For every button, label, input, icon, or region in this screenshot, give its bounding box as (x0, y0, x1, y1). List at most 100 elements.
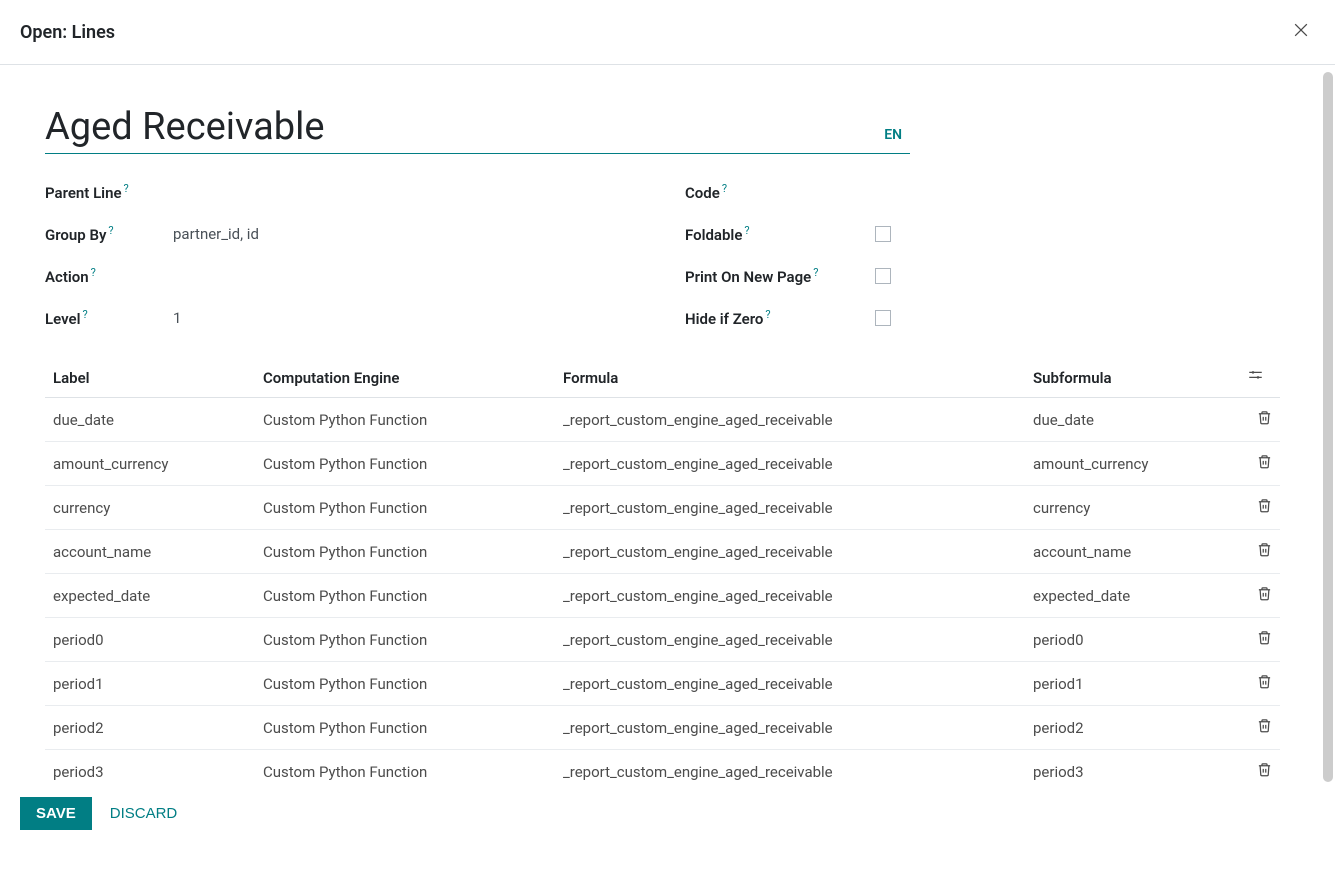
cell-formula[interactable]: _report_custom_engine_aged_receivable (555, 618, 1025, 662)
cell-label[interactable]: amount_currency (45, 442, 255, 486)
value-group-by[interactable]: partner_id, id (173, 225, 259, 243)
trash-icon[interactable] (1257, 763, 1272, 781)
cell-subformula[interactable]: amount_currency (1025, 442, 1240, 486)
trash-icon[interactable] (1257, 499, 1272, 517)
cell-engine[interactable]: Custom Python Function (255, 574, 555, 618)
cell-engine[interactable]: Custom Python Function (255, 618, 555, 662)
table-row[interactable]: period0Custom Python Function_report_cus… (45, 618, 1280, 662)
cell-delete (1240, 530, 1280, 574)
help-icon[interactable]: ? (82, 308, 87, 321)
trash-icon[interactable] (1257, 411, 1272, 429)
field-foldable: Foldable? (685, 224, 1125, 244)
th-formula[interactable]: Formula (555, 358, 1025, 398)
cell-formula[interactable]: _report_custom_engine_aged_receivable (555, 706, 1025, 750)
cell-label[interactable]: account_name (45, 530, 255, 574)
help-icon[interactable]: ? (124, 182, 129, 195)
cell-delete (1240, 486, 1280, 530)
cell-engine[interactable]: Custom Python Function (255, 530, 555, 574)
trash-icon[interactable] (1257, 455, 1272, 473)
cell-subformula[interactable]: due_date (1025, 398, 1240, 442)
trash-icon[interactable] (1257, 587, 1272, 605)
help-icon[interactable]: ? (108, 224, 113, 237)
cell-delete (1240, 618, 1280, 662)
cell-formula[interactable]: _report_custom_engine_aged_receivable (555, 574, 1025, 618)
table-row[interactable]: currencyCustom Python Function_report_cu… (45, 486, 1280, 530)
label-print-new-page: Print On New Page? (685, 266, 875, 286)
help-icon[interactable]: ? (744, 224, 749, 237)
cell-engine[interactable]: Custom Python Function (255, 706, 555, 750)
help-icon[interactable]: ? (722, 182, 727, 195)
label-hide-if-zero: Hide if Zero? (685, 308, 875, 328)
cell-delete (1240, 662, 1280, 706)
field-group-by: Group By? partner_id, id (45, 224, 645, 244)
form-grid: Parent Line? Group By? partner_id, id Ac… (45, 182, 1290, 328)
close-button[interactable] (1287, 16, 1315, 48)
help-icon[interactable]: ? (813, 266, 818, 279)
th-engine[interactable]: Computation Engine (255, 358, 555, 398)
field-action: Action? (45, 266, 645, 286)
table-row[interactable]: period1Custom Python Function_report_cus… (45, 662, 1280, 706)
checkbox-print-new-page[interactable] (875, 268, 891, 284)
cell-subformula[interactable]: period2 (1025, 706, 1240, 750)
scrollbar[interactable] (1323, 72, 1333, 782)
save-button[interactable]: SAVE (20, 797, 92, 830)
field-code: Code? (685, 182, 1125, 202)
trash-icon[interactable] (1257, 675, 1272, 693)
form-col-left: Parent Line? Group By? partner_id, id Ac… (45, 182, 645, 328)
th-label[interactable]: Label (45, 358, 255, 398)
dialog-footer: SAVE DISCARD (0, 785, 1335, 842)
form-col-right: Code? Foldable? Print On New Page? (685, 182, 1125, 328)
cell-subformula[interactable]: account_name (1025, 530, 1240, 574)
cell-label[interactable]: period0 (45, 618, 255, 662)
table-row[interactable]: period2Custom Python Function_report_cus… (45, 706, 1280, 750)
cell-engine[interactable]: Custom Python Function (255, 398, 555, 442)
table-row[interactable]: due_dateCustom Python Function_report_cu… (45, 398, 1280, 442)
cell-label[interactable]: due_date (45, 398, 255, 442)
field-level: Level? 1 (45, 308, 645, 328)
cell-formula[interactable]: _report_custom_engine_aged_receivable (555, 442, 1025, 486)
cell-label[interactable]: currency (45, 486, 255, 530)
cell-subformula[interactable]: period0 (1025, 618, 1240, 662)
cell-delete (1240, 706, 1280, 750)
cell-formula[interactable]: _report_custom_engine_aged_receivable (555, 486, 1025, 530)
table-row[interactable]: period3Custom Python Function_report_cus… (45, 750, 1280, 786)
help-icon[interactable]: ? (91, 266, 96, 279)
th-subformula[interactable]: Subformula (1025, 358, 1240, 398)
dialog-title: Open: Lines (20, 22, 115, 43)
help-icon[interactable]: ? (765, 308, 770, 321)
cell-engine[interactable]: Custom Python Function (255, 442, 555, 486)
dialog-header: Open: Lines (0, 0, 1335, 65)
cell-subformula[interactable]: expected_date (1025, 574, 1240, 618)
cell-delete (1240, 398, 1280, 442)
scroll-container[interactable]: Aged Receivable EN Parent Line? Group By… (45, 105, 1290, 785)
label-code: Code? (685, 182, 875, 202)
cell-engine[interactable]: Custom Python Function (255, 750, 555, 786)
cell-label[interactable]: period1 (45, 662, 255, 706)
cell-formula[interactable]: _report_custom_engine_aged_receivable (555, 750, 1025, 786)
filter-icon[interactable] (1248, 369, 1263, 387)
cell-label[interactable]: expected_date (45, 574, 255, 618)
cell-engine[interactable]: Custom Python Function (255, 486, 555, 530)
table-row[interactable]: account_nameCustom Python Function_repor… (45, 530, 1280, 574)
value-level[interactable]: 1 (173, 309, 181, 327)
checkbox-hide-if-zero[interactable] (875, 310, 891, 326)
cell-label[interactable]: period3 (45, 750, 255, 786)
cell-label[interactable]: period2 (45, 706, 255, 750)
language-badge[interactable]: EN (884, 127, 910, 143)
trash-icon[interactable] (1257, 719, 1272, 737)
cell-formula[interactable]: _report_custom_engine_aged_receivable (555, 530, 1025, 574)
cell-formula[interactable]: _report_custom_engine_aged_receivable (555, 398, 1025, 442)
cell-subformula[interactable]: period1 (1025, 662, 1240, 706)
discard-button[interactable]: DISCARD (110, 805, 178, 822)
cell-formula[interactable]: _report_custom_engine_aged_receivable (555, 662, 1025, 706)
table-row[interactable]: amount_currencyCustom Python Function_re… (45, 442, 1280, 486)
table-row[interactable]: expected_dateCustom Python Function_repo… (45, 574, 1280, 618)
cell-engine[interactable]: Custom Python Function (255, 662, 555, 706)
cell-subformula[interactable]: period3 (1025, 750, 1240, 786)
trash-icon[interactable] (1257, 543, 1272, 561)
label-foldable: Foldable? (685, 224, 875, 244)
cell-subformula[interactable]: currency (1025, 486, 1240, 530)
trash-icon[interactable] (1257, 631, 1272, 649)
checkbox-foldable[interactable] (875, 226, 891, 242)
page-title[interactable]: Aged Receivable (45, 105, 884, 153)
